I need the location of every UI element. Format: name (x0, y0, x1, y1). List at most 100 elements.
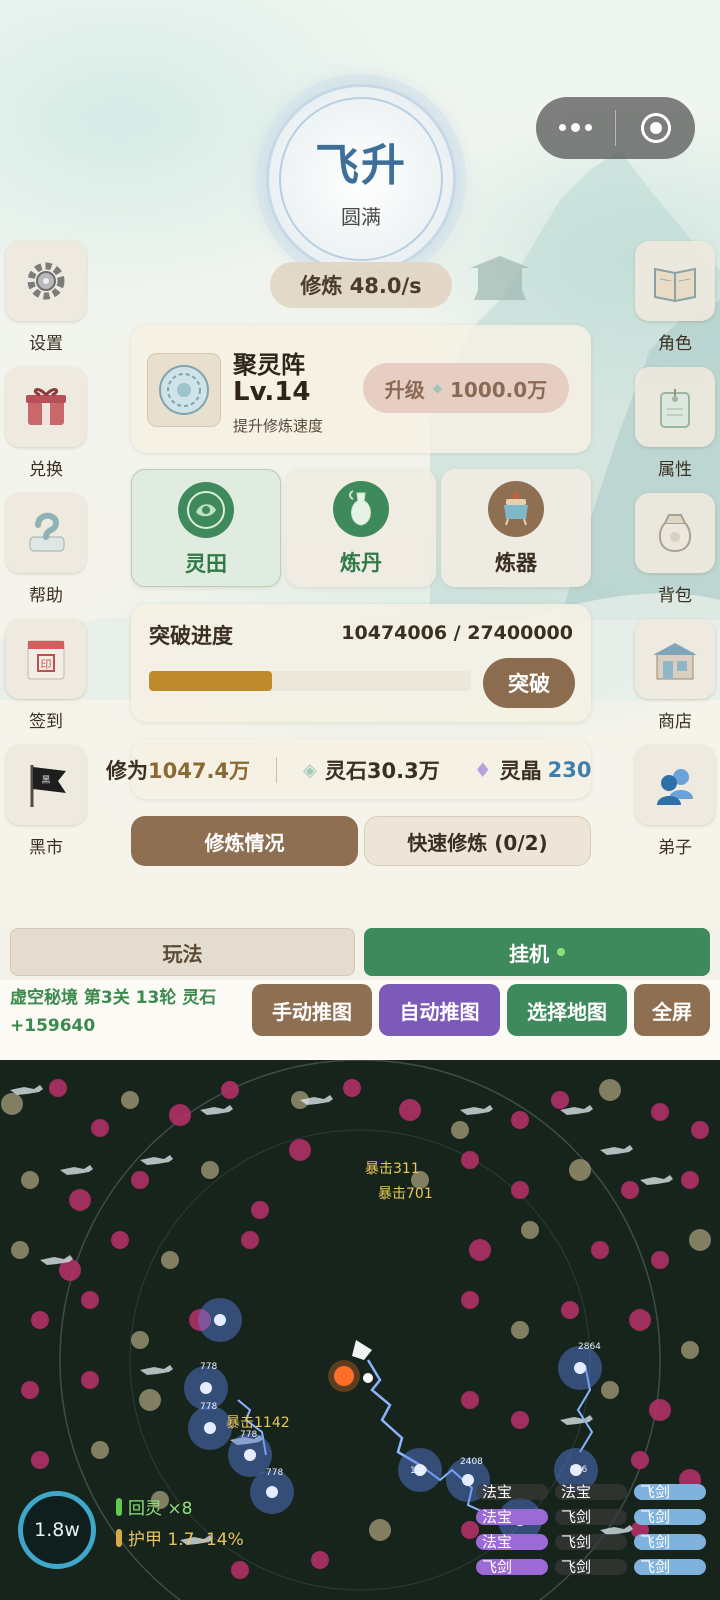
breakthrough-progress-fill (149, 671, 272, 691)
attributes-button[interactable]: 属性 (635, 367, 715, 480)
engaged-enemy-core (214, 1314, 226, 1326)
enemy-orb (561, 1301, 579, 1319)
enemy-orb (69, 1189, 91, 1211)
enemy-hp-label: 778 (200, 1402, 218, 1412)
select-map-button[interactable]: 选择地图 (507, 984, 627, 1036)
enemy-orb (681, 1341, 699, 1359)
enemy-orb (311, 1551, 329, 1569)
tile-label-forge: 炼器 (495, 551, 537, 575)
enemy-hp-label: 778 (240, 1430, 258, 1440)
spirit-wolf-enemy (640, 1175, 673, 1185)
enemy-orb (221, 1081, 239, 1099)
help-button[interactable]: 帮助 (6, 493, 86, 606)
resource-divider (276, 757, 278, 783)
enemy-orb (21, 1171, 39, 1189)
redeem-button[interactable]: 兑换 (6, 367, 86, 480)
checkin-label: 签到 (29, 712, 63, 732)
buff-regen-bar (116, 1497, 122, 1516)
close-miniprogram-button[interactable] (616, 97, 695, 159)
tile-spirit-field[interactable]: 灵田 (131, 469, 281, 587)
engaged-enemy-core (266, 1486, 278, 1498)
enemy-orb (399, 1099, 421, 1121)
skill-cooldown-bar: 飞剑 (555, 1559, 627, 1575)
enemy-orb (591, 1241, 609, 1259)
enemy-orb (121, 1091, 139, 1109)
redeem-label: 兑换 (29, 460, 63, 480)
checkin-button[interactable]: 印 签到 (6, 619, 86, 732)
engaged-enemy-core (244, 1449, 256, 1461)
tab-idle-label: 挂机 (509, 941, 549, 966)
auto-push-button[interactable]: 自动推图 (379, 984, 500, 1036)
enemy-orb (511, 1111, 529, 1129)
backpack-button[interactable]: 背包 (635, 493, 715, 606)
enemy-orb (521, 1221, 539, 1239)
enemy-orb (21, 1381, 39, 1399)
breakthrough-progress-bar (149, 671, 471, 691)
enemy-orb (551, 1091, 569, 1109)
array-name: 聚灵阵 (233, 351, 305, 379)
forge-cauldron-icon (488, 481, 544, 537)
enemy-orb (649, 1399, 671, 1421)
spirit-wolf-enemy (60, 1165, 93, 1175)
idle-status-row: 虚空秘境 第3关 13轮 灵石+159640 手动推图 自动推图 选择地图 全屏 (0, 980, 720, 1060)
settings-label: 设置 (29, 334, 63, 354)
enemy-orb (461, 1291, 479, 1309)
disciples-button[interactable]: 弟子 (635, 745, 715, 858)
realm-badge[interactable]: 飞升 圆满 (266, 84, 456, 274)
enemy-orb (461, 1151, 479, 1169)
enemy-orb (629, 1309, 651, 1331)
cultivation-rate: 修炼 48.0/s (270, 262, 452, 308)
miniprogram-capsule (536, 97, 695, 159)
gear-icon (6, 241, 86, 321)
shop-button[interactable]: 商店 (635, 619, 715, 732)
manual-push-button[interactable]: 手动推图 (252, 984, 372, 1036)
enemy-hp-label: 2864 (578, 1342, 601, 1352)
enemy-orb (111, 1231, 129, 1249)
enemy-hp-label: 778 (200, 1362, 218, 1372)
cultivation-status-button[interactable]: 修炼情况 (131, 816, 358, 866)
tile-alchemy[interactable]: 炼丹 (286, 469, 436, 587)
black-flag-icon: 黑 (6, 745, 86, 825)
tile-label-alchemy: 炼丹 (340, 551, 382, 575)
fullscreen-button[interactable]: 全屏 (634, 984, 710, 1036)
tag-icon (635, 367, 715, 447)
tab-gameplay[interactable]: 玩法 (10, 928, 355, 976)
settings-button[interactable]: 设置 (6, 241, 86, 354)
enemy-orb (169, 1104, 191, 1126)
battle-field[interactable]: 暴击311 暴击701 暴击1142 778 778 778 778 2408 130 366 28… (0, 1060, 720, 1600)
engaged-enemy-core (204, 1422, 216, 1434)
spirit-field-icon (178, 482, 234, 538)
spirit-wolf-enemy (140, 1155, 173, 1165)
enemy-orb (689, 1229, 711, 1251)
tab-idle[interactable]: 挂机 (364, 928, 710, 976)
enemy-hp-label: 366 (570, 1465, 588, 1475)
enemy-orb (451, 1121, 469, 1139)
skill-cooldown-bar: 飞剑 (634, 1559, 706, 1575)
character-button[interactable]: 角色 (635, 241, 715, 354)
more-menu-button[interactable] (536, 97, 615, 159)
enemy-orb (81, 1371, 99, 1389)
skill-cooldown-bar: 飞剑 (634, 1534, 706, 1550)
alchemy-vase-icon (333, 481, 389, 537)
enemy-orb (691, 1121, 709, 1139)
breakthrough-button[interactable]: 突破 (483, 658, 575, 708)
backpack-label: 背包 (658, 586, 692, 606)
upgrade-label: 升级 (384, 377, 425, 402)
quick-cultivate-button[interactable]: 快速修炼 (0/2) (364, 816, 591, 866)
skill-cooldown-bar: 飞剑 (634, 1484, 706, 1500)
skill-cooldown-bar: 飞剑 (634, 1509, 706, 1525)
enemy-orb (1, 1093, 23, 1115)
black-market-button[interactable]: 黑 黑市 (6, 745, 86, 858)
pouch-icon (635, 493, 715, 573)
breakthrough-card: 突破进度 10474006 / 27400000 突破 (131, 604, 591, 722)
upgrade-array-button[interactable]: 升级 ◆ 1000.0万 (363, 363, 569, 413)
tile-forge[interactable]: 炼器 (441, 469, 591, 587)
enemy-orb (91, 1441, 109, 1459)
spirit-stone-res-icon: ◈ (303, 759, 317, 781)
gift-box-icon (6, 367, 86, 447)
calendar-icon: 印 (6, 619, 86, 699)
skill-cooldown-bar: 法宝 (476, 1509, 548, 1525)
enemy-orb (31, 1451, 49, 1469)
skill-cooldown-bar: 飞剑 (555, 1509, 627, 1525)
engaged-enemy-core (574, 1362, 586, 1374)
